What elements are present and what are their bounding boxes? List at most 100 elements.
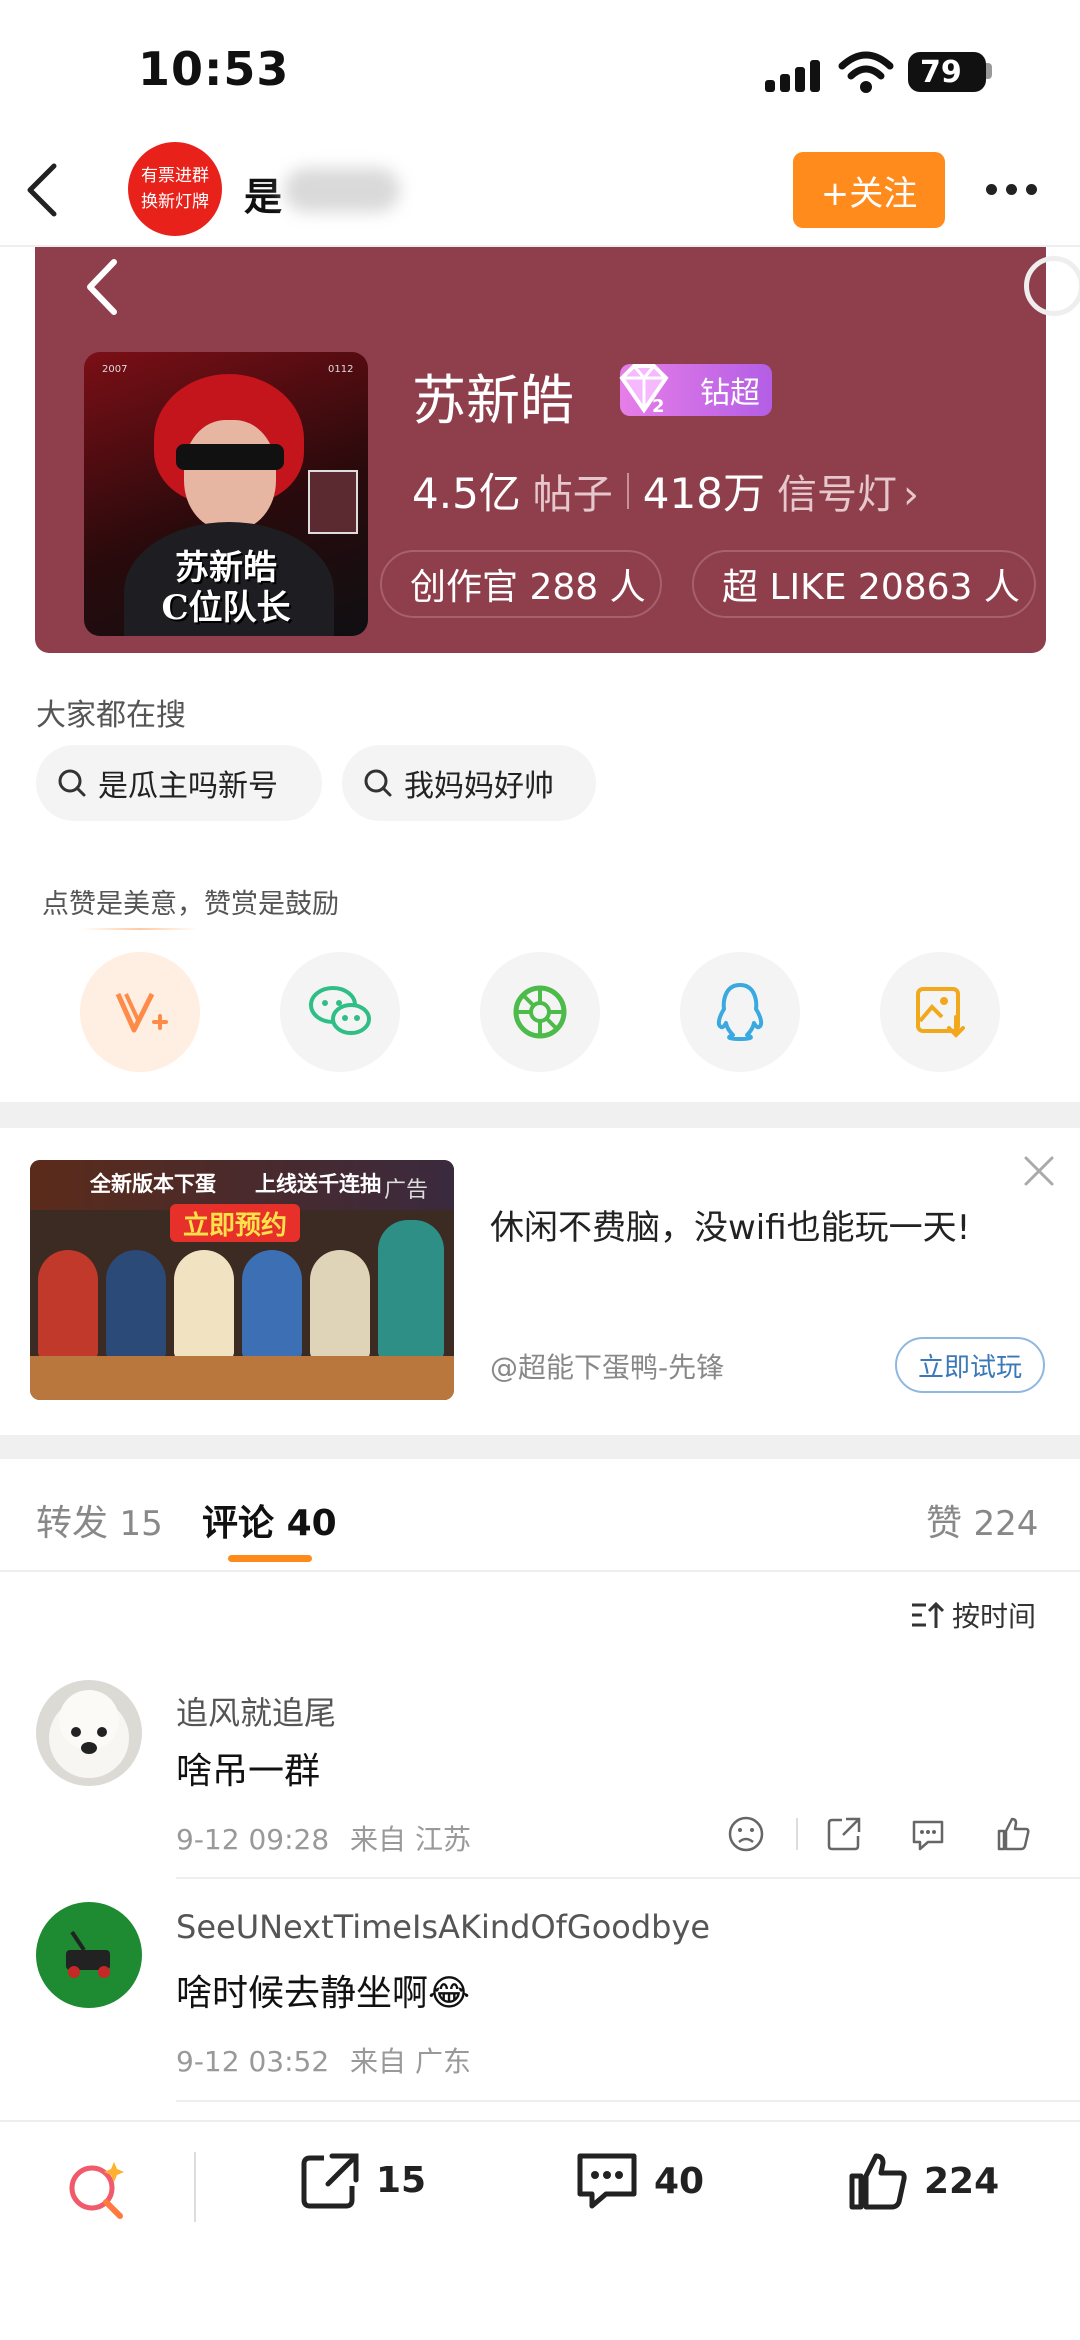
ad-try-button[interactable]: 立即试玩 bbox=[895, 1337, 1045, 1393]
follow-button[interactable]: +关注 bbox=[793, 152, 945, 228]
moments-icon bbox=[513, 985, 567, 1039]
svg-text:2: 2 bbox=[652, 396, 665, 417]
topic-name[interactable]: 苏新皓 bbox=[412, 356, 574, 435]
dog-avatar-image bbox=[49, 1690, 129, 1778]
sort-by-time-button[interactable]: 按时间 bbox=[910, 1595, 1036, 1635]
signal-label[interactable]: 信号灯 bbox=[777, 462, 897, 520]
cover-caption: 苏新皓 C位队长 bbox=[161, 548, 291, 628]
reward-v-icon bbox=[115, 992, 168, 1033]
save-image-icon bbox=[916, 987, 965, 1038]
tab-comments-count: 40 bbox=[286, 1503, 337, 1544]
ad-title[interactable]: 休闲不费脑，没wifi也能玩一天! bbox=[490, 1200, 970, 1249]
author-name[interactable]: 是 bbox=[244, 166, 282, 221]
bottom-repost-count: 15 bbox=[376, 2159, 427, 2201]
mower-avatar-image bbox=[66, 1930, 110, 1978]
dislike-face-icon[interactable] bbox=[726, 1814, 766, 1854]
card-back-arrow-icon bbox=[87, 259, 117, 315]
comment-location: 来自 江苏 bbox=[350, 1823, 471, 1856]
ai-search-icon[interactable] bbox=[64, 2156, 130, 2222]
ad-label: 广告 bbox=[384, 1178, 429, 1203]
tab-repost-count: 15 bbox=[119, 1504, 163, 1544]
comment-icon bbox=[577, 2153, 637, 2209]
ad-character bbox=[106, 1250, 166, 1360]
reward-button[interactable] bbox=[80, 952, 200, 1072]
tab-likes[interactable]: 赞 224 bbox=[926, 1494, 1038, 1546]
hot-search-item[interactable]: 我妈妈好帅 bbox=[342, 745, 596, 821]
ad-cta-ribbon: 立即预约 bbox=[170, 1204, 300, 1242]
action-divider bbox=[796, 1818, 798, 1850]
posts-count: 4.5亿 bbox=[412, 469, 521, 518]
save-image-button[interactable] bbox=[880, 952, 1000, 1072]
hot-search-item[interactable]: 是瓜主吗新号 bbox=[36, 745, 322, 821]
comment-meta: 9-12 09:28 来自 江苏 bbox=[176, 1818, 471, 1858]
bottom-like-count: 224 bbox=[924, 2160, 1000, 2202]
like-thumb-icon bbox=[849, 2153, 907, 2210]
bottom-like-button[interactable]: 224 bbox=[846, 2150, 999, 2212]
card-corner-icon bbox=[1024, 256, 1080, 316]
comment-divider bbox=[176, 1877, 1080, 1879]
creator-chip[interactable]: 创作官 288 人 bbox=[380, 550, 662, 618]
sort-label: 按时间 bbox=[952, 1600, 1037, 1633]
tab-likes-count: 224 bbox=[973, 1504, 1039, 1544]
signal-count[interactable]: 418万 bbox=[643, 460, 765, 521]
repost-icon bbox=[301, 2153, 359, 2209]
topic-stats: 4.5亿 帖子 418万 信号灯 › bbox=[412, 460, 919, 521]
bottom-bar-divider bbox=[194, 2152, 196, 2222]
reply-icon[interactable] bbox=[908, 1814, 948, 1854]
super-like-chip[interactable]: 超 LIKE 20863 人 bbox=[692, 550, 1036, 618]
posts-label: 帖子 bbox=[532, 472, 613, 518]
comment-location: 来自 广东 bbox=[350, 2045, 471, 2078]
active-tab-indicator bbox=[228, 1555, 312, 1562]
blurred-name-redaction bbox=[284, 168, 400, 212]
diamond-icon: 2 bbox=[619, 364, 669, 417]
comment-time: 9-12 03:52 bbox=[176, 2045, 330, 2078]
more-options-icon[interactable] bbox=[986, 172, 1044, 206]
close-icon[interactable] bbox=[1022, 1154, 1056, 1188]
status-time: 10:53 bbox=[138, 42, 290, 96]
avatar-text-line-1: 有票进群 bbox=[141, 166, 209, 186]
share-wechat-button[interactable] bbox=[280, 952, 400, 1072]
hot-search-label: 是瓜主吗新号 bbox=[98, 769, 278, 804]
ad-character bbox=[242, 1250, 302, 1360]
comment-time: 9-12 09:28 bbox=[176, 1823, 330, 1856]
ad-banner-text-2: 上线送千连抽 bbox=[255, 1172, 381, 1196]
ad-character bbox=[174, 1250, 234, 1360]
commenter-name[interactable]: 追风就追尾 bbox=[176, 1688, 336, 1734]
qq-icon bbox=[716, 983, 764, 1041]
author-avatar[interactable]: 有票进群 换新灯牌 bbox=[128, 142, 222, 236]
battery-indicator: 79 bbox=[908, 52, 986, 92]
like-thumb-icon[interactable] bbox=[994, 1814, 1034, 1854]
tab-comments[interactable]: 评论 40 bbox=[202, 1494, 337, 1546]
bottom-comment-button[interactable]: 40 bbox=[574, 2150, 704, 2212]
bottom-repost-button[interactable]: 15 bbox=[298, 2150, 426, 2210]
hot-search-title: 大家都在搜 bbox=[36, 698, 186, 733]
topic-cover-image[interactable]: 2007 0112 苏新皓 C位队长 bbox=[84, 352, 368, 636]
back-arrow-icon[interactable] bbox=[22, 160, 62, 220]
tab-repost[interactable]: 转发 15 bbox=[36, 1494, 163, 1546]
comment-text[interactable]: 啥时候去静坐啊😂 bbox=[176, 1964, 470, 2016]
bottom-comment-count: 40 bbox=[654, 2160, 705, 2202]
commenter-avatar[interactable] bbox=[36, 1902, 142, 2008]
cover-number-left: 2007 bbox=[102, 364, 128, 375]
stats-divider bbox=[626, 472, 629, 509]
cover-thumbnail bbox=[308, 470, 358, 534]
share-qq-button[interactable] bbox=[680, 952, 800, 1072]
comment-text[interactable]: 啥吊一群 bbox=[176, 1742, 320, 1794]
sort-icon bbox=[912, 1601, 944, 1628]
comment-actions bbox=[726, 1814, 1034, 1854]
cellular-signal-icon bbox=[765, 58, 823, 92]
repost-icon[interactable] bbox=[824, 1814, 864, 1854]
wechat-icon bbox=[309, 986, 371, 1035]
comment-divider bbox=[176, 2100, 1080, 2102]
search-icon bbox=[364, 769, 392, 797]
ad-character bbox=[378, 1220, 444, 1360]
tab-comments-label: 评论 bbox=[202, 1503, 275, 1544]
commenter-name[interactable]: SeeUNextTimeIsAKindOfGoodbye bbox=[176, 1908, 710, 1946]
chevron-right-icon[interactable]: › bbox=[903, 472, 919, 518]
tab-repost-label: 转发 bbox=[36, 1503, 109, 1544]
avatar-text-line-2: 换新灯牌 bbox=[141, 192, 209, 212]
ad-source[interactable]: @超能下蛋鸭-先锋 bbox=[490, 1346, 724, 1386]
ad-character bbox=[38, 1250, 98, 1360]
share-moments-button[interactable] bbox=[480, 952, 600, 1072]
commenter-avatar[interactable] bbox=[36, 1680, 142, 1786]
